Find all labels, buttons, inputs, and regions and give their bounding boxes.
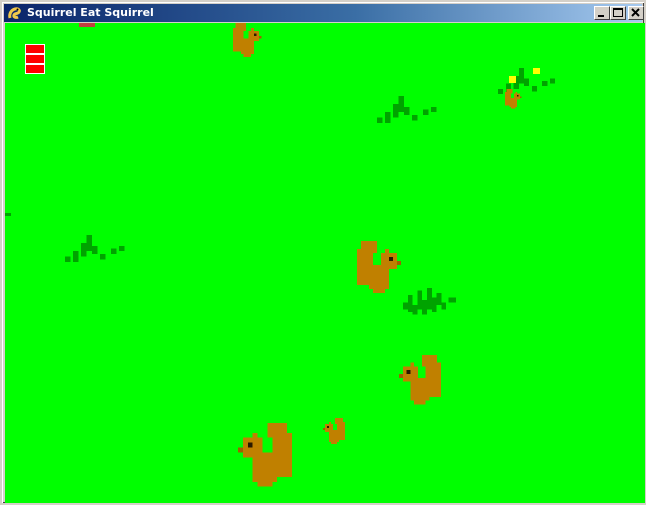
health-bar-segment bbox=[25, 44, 45, 54]
game-window: Squirrel Eat Squirrel bbox=[0, 0, 646, 505]
title-bar[interactable]: Squirrel Eat Squirrel bbox=[4, 4, 644, 22]
grass-patch bbox=[403, 288, 456, 315]
minimize-icon bbox=[598, 15, 604, 17]
grass-patch bbox=[5, 213, 11, 216]
maximize-button[interactable] bbox=[610, 6, 626, 20]
close-icon bbox=[631, 8, 640, 17]
health-bar-segment bbox=[25, 54, 45, 64]
flower bbox=[509, 76, 516, 83]
game-canvas[interactable] bbox=[5, 23, 645, 503]
enemy-squirrel bbox=[399, 355, 441, 405]
enemy-squirrel bbox=[323, 418, 345, 444]
flower bbox=[533, 68, 540, 74]
enemy-squirrel bbox=[238, 423, 292, 487]
minimize-button[interactable] bbox=[594, 6, 610, 20]
close-button[interactable] bbox=[628, 6, 644, 20]
game-scene bbox=[5, 23, 556, 487]
player-squirrel bbox=[357, 241, 401, 293]
window-title: Squirrel Eat Squirrel bbox=[27, 6, 154, 19]
maximize-icon bbox=[613, 8, 623, 17]
enemy-squirrel bbox=[233, 23, 262, 57]
health-meter bbox=[25, 44, 45, 74]
enemy-squirrel bbox=[505, 89, 522, 109]
offscreen-squirrel bbox=[79, 23, 95, 27]
pygame-snake-icon bbox=[7, 5, 23, 21]
health-bar-segment bbox=[25, 64, 45, 74]
grass-patch bbox=[377, 96, 437, 123]
grass-patch bbox=[65, 235, 125, 262]
